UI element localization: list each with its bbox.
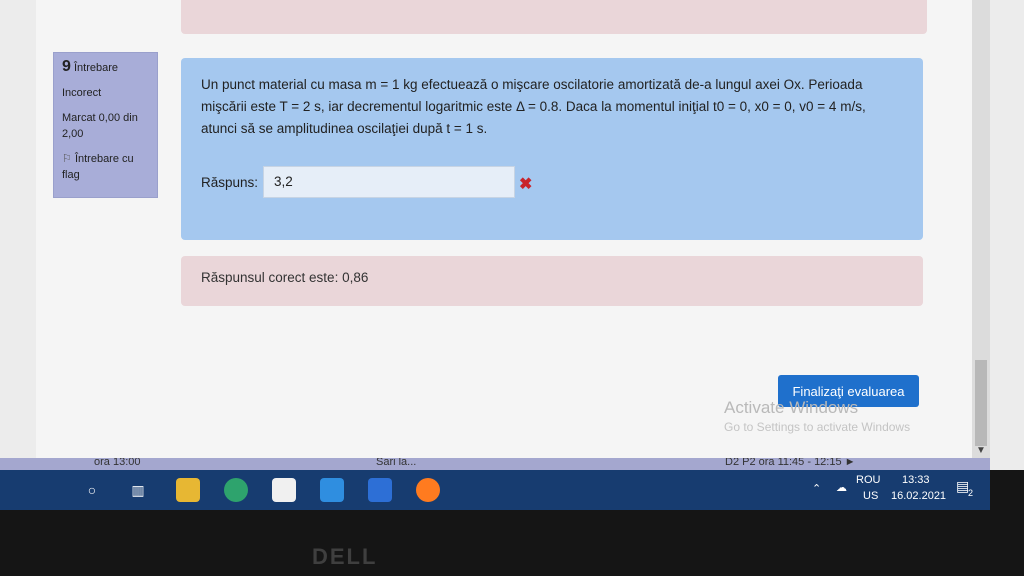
flag-icon: ⚐ [62, 153, 72, 165]
next-activity-link[interactable]: D2 P2 ora 11:45 - 12:15 ► [725, 458, 856, 468]
firefox-icon[interactable] [416, 478, 440, 502]
chevron-up-icon[interactable]: ⌃ [812, 482, 821, 495]
scroll-down-icon[interactable]: ▼ [972, 444, 990, 458]
question-text-line-1: Un punct material cu masa m = 1 kg efect… [201, 77, 863, 92]
question-number: 9 [62, 58, 71, 75]
search-icon[interactable]: ○ [80, 478, 104, 502]
activate-windows-subtitle: Go to Settings to activate Windows [724, 420, 911, 434]
previous-feedback-box [181, 0, 927, 34]
correct-answer-text: Răspunsul corect este: 0,86 [201, 270, 369, 285]
browser-viewport: 9 Întrebare Incorect Marcat 0,00 din 2,0… [0, 0, 1024, 470]
zoom-icon[interactable] [368, 478, 392, 502]
flag-label: Întrebare cu flag [62, 153, 134, 181]
task-view-icon[interactable]: ▥ [126, 478, 150, 502]
close-icon: ✖ [519, 176, 533, 193]
question-text-line-2: mişcării este T = 2 s, iar decrementul l… [201, 99, 866, 114]
question-mark: Marcat 0,00 din 2,00 [62, 112, 138, 140]
scrollbar-thumb[interactable] [975, 360, 987, 446]
mail-icon[interactable] [320, 478, 344, 502]
correct-answer-feedback: Răspunsul corect este: 0,86 [181, 256, 923, 306]
question-word: Întrebare [73, 62, 118, 74]
dell-logo: DELL [312, 544, 378, 569]
question-info-box: 9 Întrebare Incorect Marcat 0,00 din 2,0… [53, 52, 158, 198]
store-icon[interactable] [272, 478, 296, 502]
windows-taskbar: ○ ▥ ⌃ ☁ ROU US 13:33 16.02.2021 ▤ 2 [0, 470, 990, 510]
question-number-row: 9 Întrebare [62, 59, 149, 76]
question-text: Un punct material cu masa m = 1 kg efect… [201, 74, 921, 140]
flag-question-link[interactable]: ⚐ Întrebare cu flag [62, 151, 149, 183]
activate-windows-title: Activate Windows [724, 398, 859, 417]
notification-count: 2 [968, 488, 974, 498]
clock-time[interactable]: 13:33 [902, 474, 930, 486]
edge-icon[interactable] [224, 478, 248, 502]
answer-input[interactable]: 3,2 [263, 166, 515, 198]
jump-to-select[interactable]: Sari la... [376, 458, 416, 468]
question-content: Un punct material cu masa m = 1 kg efect… [181, 58, 923, 240]
input-language-bottom[interactable]: US [863, 490, 878, 502]
file-explorer-icon[interactable] [176, 478, 200, 502]
answer-label: Răspuns: [201, 175, 259, 190]
question-text-line-3: atunci să se amplitudinea oscilaţiei dup… [201, 121, 488, 136]
clock-date[interactable]: 16.02.2021 [891, 490, 946, 502]
bottom-navigation-strip: ora 13:00 Sari la... D2 P2 ora 11:45 - 1… [0, 458, 990, 470]
input-language-top[interactable]: ROU [856, 474, 880, 486]
prev-activity-link[interactable]: ora 13:00 [94, 458, 140, 468]
cloud-icon[interactable]: ☁ [836, 481, 847, 494]
question-status: Incorect [62, 87, 102, 99]
